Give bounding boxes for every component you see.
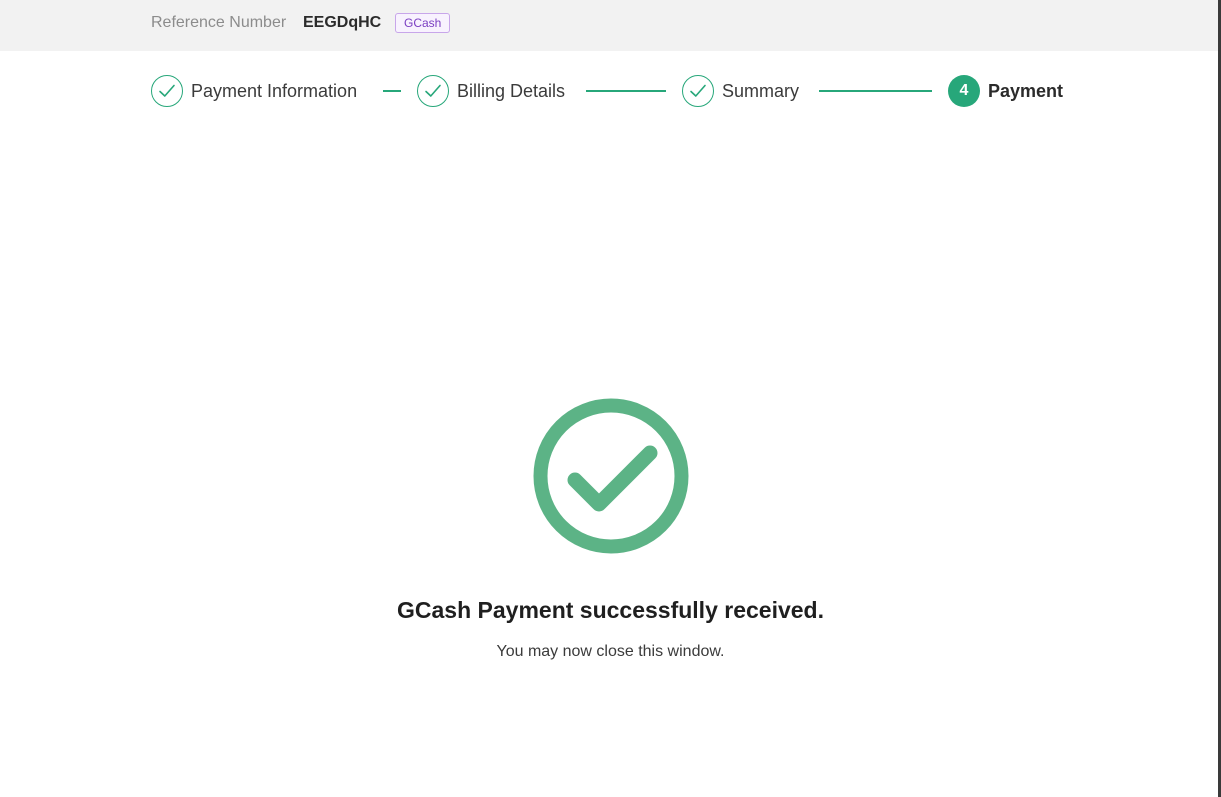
payment-success-panel: GCash Payment successfully received. You… <box>0 397 1221 662</box>
step-payment: Payment <box>988 81 1064 101</box>
check-icon <box>159 84 175 97</box>
success-title: GCash Payment successfully received. <box>397 597 824 623</box>
payment-method-badge: GCash <box>395 13 451 33</box>
step-2-check-icon <box>417 75 449 107</box>
step-connector-2 <box>586 90 666 92</box>
check-icon <box>425 84 441 97</box>
step-payment-information: Payment Information <box>191 81 358 101</box>
check-circle-icon <box>533 398 688 554</box>
step-connector-3 <box>819 90 932 92</box>
step-billing-details: Billing Details <box>457 81 566 101</box>
step-3-check-icon <box>682 75 714 107</box>
step-connector-1 <box>383 90 401 92</box>
success-message: You may now close this window. <box>496 643 725 660</box>
step-4-number: 4 <box>948 75 980 107</box>
reference-number-value: EEGDqHC <box>303 14 382 31</box>
step-summary: Summary <box>722 81 800 101</box>
step-1-check-icon <box>151 75 183 107</box>
check-icon <box>690 84 706 97</box>
checkout-stepper: Payment Information Billing Details Summ… <box>0 74 1221 108</box>
reference-bar: Reference Number EEGDqHC GCash <box>0 0 1218 51</box>
payment-page: Reference Number EEGDqHC GCash Payment I… <box>0 0 1221 797</box>
reference-number-label: Reference Number <box>151 14 287 31</box>
